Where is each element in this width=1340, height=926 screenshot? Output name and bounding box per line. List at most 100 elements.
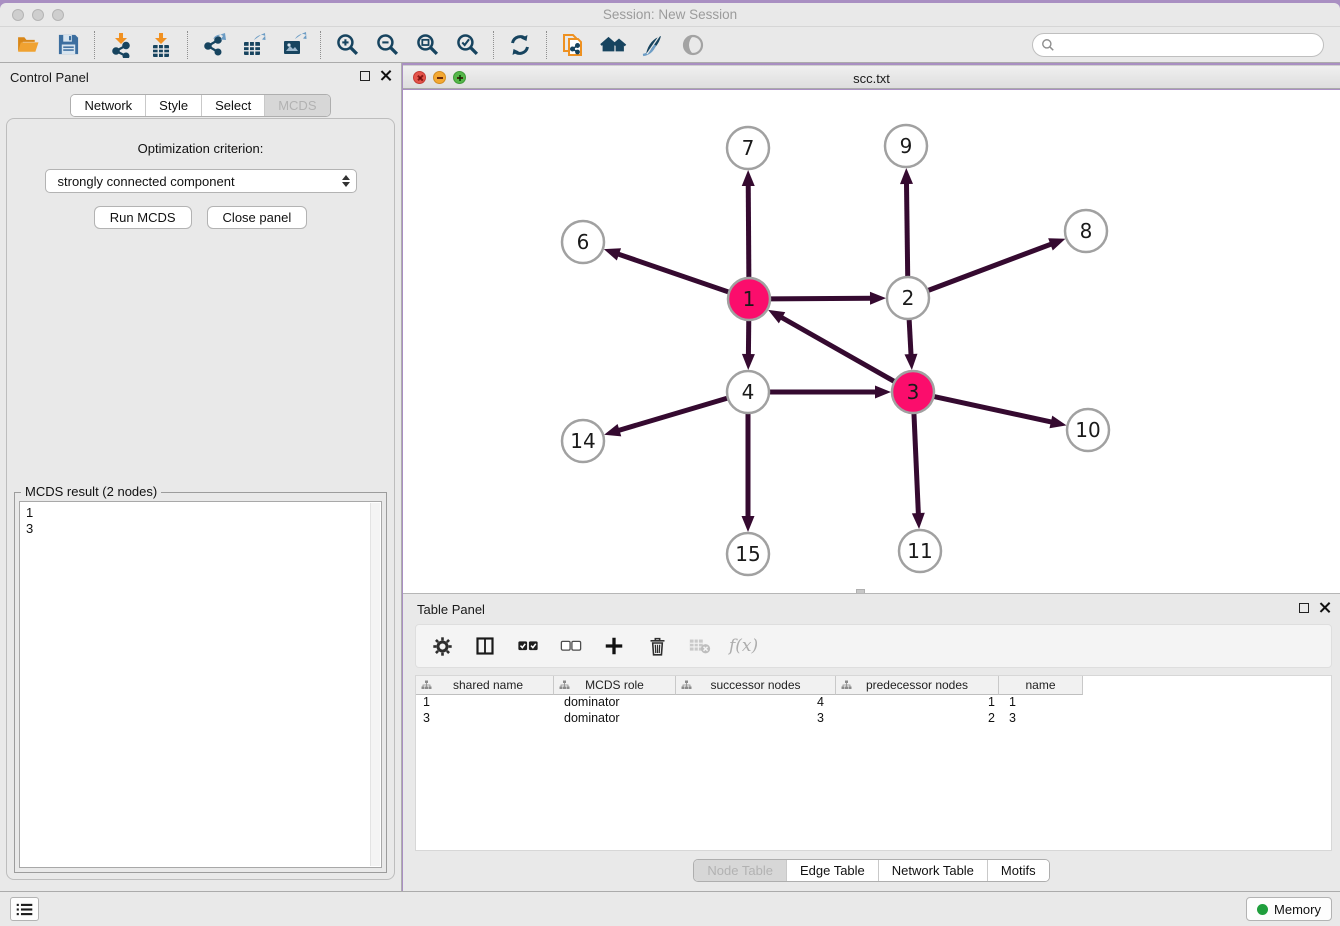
save-session-button[interactable] xyxy=(52,30,84,60)
column-header-name[interactable]: name xyxy=(999,676,1083,695)
delete-column-button[interactable] xyxy=(643,632,671,660)
tab-style[interactable]: Style xyxy=(146,95,202,116)
graph-edge-2-8[interactable] xyxy=(928,244,1053,291)
zoom-in-button[interactable] xyxy=(331,30,363,60)
search-input[interactable] xyxy=(1060,38,1315,52)
export-image-icon xyxy=(281,32,307,58)
cell-shared-name[interactable]: 3 xyxy=(416,711,554,727)
gear-icon xyxy=(432,636,453,657)
graph-edge-1-6[interactable] xyxy=(617,254,729,292)
graph-edge-3-1[interactable] xyxy=(780,317,894,382)
table-row[interactable]: 3 dominator 3 2 3 xyxy=(416,711,1331,727)
column-header-predecessor-nodes[interactable]: predecessor nodes xyxy=(836,676,999,695)
tab-network[interactable]: Network xyxy=(71,95,146,116)
toolbar-separator xyxy=(546,31,547,59)
tab-node-table[interactable]: Node Table xyxy=(694,860,787,881)
graph-edge-4-14[interactable] xyxy=(618,398,728,431)
export-network-icon xyxy=(201,32,227,58)
graph-node-label-4: 4 xyxy=(742,380,755,404)
graph-edge-arrow-1-7 xyxy=(742,170,755,186)
table-panel: Table Panel xyxy=(403,593,1340,891)
memory-button[interactable]: Memory xyxy=(1246,897,1332,921)
eye-icon xyxy=(680,32,706,58)
cell-successor-nodes[interactable]: 4 xyxy=(676,695,836,711)
trash-icon xyxy=(647,636,668,657)
open-session-button[interactable] xyxy=(12,30,44,60)
import-table-button[interactable] xyxy=(145,30,177,60)
float-table-panel-icon[interactable] xyxy=(1299,603,1309,613)
close-table-panel-icon[interactable] xyxy=(1319,602,1330,613)
select-all-rows-button[interactable] xyxy=(514,632,542,660)
graph-edge-arrow-4-15 xyxy=(742,516,755,532)
export-image-button[interactable] xyxy=(278,30,310,60)
graph-edge-arrow-2-9 xyxy=(900,168,913,184)
graph-node-label-3: 3 xyxy=(907,380,920,404)
criterion-select[interactable]: strongly connected component xyxy=(45,169,357,193)
home-networks-button[interactable] xyxy=(597,30,629,60)
add-column-button[interactable] xyxy=(600,632,628,660)
hierarchy-icon xyxy=(559,680,570,691)
export-network-button[interactable] xyxy=(198,30,230,60)
apply-layout-button[interactable] xyxy=(504,30,536,60)
checked-boxes-icon xyxy=(517,635,539,657)
graph-node-label-9: 9 xyxy=(900,134,913,158)
column-label: MCDS role xyxy=(585,678,644,692)
tab-motifs[interactable]: Motifs xyxy=(988,860,1049,881)
zoom-fit-button[interactable] xyxy=(411,30,443,60)
cell-predecessor-nodes[interactable]: 2 xyxy=(836,711,999,727)
show-panels-button[interactable] xyxy=(10,897,39,921)
tab-edge-table[interactable]: Edge Table xyxy=(787,860,879,881)
network-canvas[interactable]: 7968124314101511 xyxy=(403,90,1340,593)
cell-name[interactable]: 3 xyxy=(999,711,1083,727)
cell-name[interactable]: 1 xyxy=(999,695,1083,711)
graph-edge-2-9[interactable] xyxy=(906,182,907,277)
table-header-row: shared name MCDS role xyxy=(416,676,1331,695)
search-field[interactable] xyxy=(1032,33,1324,57)
cell-mcds-role[interactable]: dominator xyxy=(554,695,676,711)
graph-edge-arrow-1-4 xyxy=(742,354,755,370)
graph-edge-arrow-1-6 xyxy=(604,248,621,260)
duplicate-network-button[interactable] xyxy=(557,30,589,60)
mcds-result-textarea[interactable]: 1 3 xyxy=(19,501,382,868)
table-settings-button[interactable] xyxy=(428,632,456,660)
graph-edge-3-10[interactable] xyxy=(934,396,1053,422)
plus-icon xyxy=(603,635,625,657)
graph-node-label-10: 10 xyxy=(1075,418,1100,442)
run-mcds-button[interactable]: Run MCDS xyxy=(94,206,192,229)
column-header-shared-name[interactable]: shared name xyxy=(416,676,554,695)
cell-successor-nodes[interactable]: 3 xyxy=(676,711,836,727)
function-builder-button[interactable]: f(x) xyxy=(729,636,758,656)
graphics-details-button[interactable] xyxy=(677,30,709,60)
tab-mcds[interactable]: MCDS xyxy=(265,95,329,116)
close-panel-icon[interactable] xyxy=(380,70,391,81)
table-row[interactable]: 1 dominator 4 1 1 xyxy=(416,695,1331,711)
style-brush-button[interactable] xyxy=(637,30,669,60)
import-network-button[interactable] xyxy=(105,30,137,60)
delete-table-button[interactable] xyxy=(686,632,714,660)
graph-edge-arrow-3-10 xyxy=(1049,416,1066,429)
tab-network-table[interactable]: Network Table xyxy=(879,860,988,881)
export-table-button[interactable] xyxy=(238,30,270,60)
zoom-selected-icon xyxy=(455,32,480,57)
cell-mcds-role[interactable]: dominator xyxy=(554,711,676,727)
column-header-successor-nodes[interactable]: successor nodes xyxy=(676,676,836,695)
memory-status-icon xyxy=(1257,904,1268,915)
deselect-all-rows-button[interactable] xyxy=(557,632,585,660)
toggle-column-view-button[interactable] xyxy=(471,632,499,660)
close-panel-button[interactable]: Close panel xyxy=(207,206,308,229)
result-scrollbar[interactable] xyxy=(370,503,380,866)
cell-predecessor-nodes[interactable]: 1 xyxy=(836,695,999,711)
graph-edge-1-7[interactable] xyxy=(748,184,749,278)
tab-select[interactable]: Select xyxy=(202,95,265,116)
zoom-out-button[interactable] xyxy=(371,30,403,60)
cell-shared-name[interactable]: 1 xyxy=(416,695,554,711)
graph-edge-3-11[interactable] xyxy=(914,413,918,515)
column-header-mcds-role[interactable]: MCDS role xyxy=(554,676,676,695)
main-toolbar xyxy=(0,27,1340,63)
graph-edge-1-2[interactable] xyxy=(770,298,872,299)
graph-edge-2-3[interactable] xyxy=(909,319,911,356)
zoom-selected-button[interactable] xyxy=(451,30,483,60)
float-panel-icon[interactable] xyxy=(360,71,370,81)
mcds-result-group: MCDS result (2 nodes) 1 3 xyxy=(14,492,387,873)
node-table: shared name MCDS role xyxy=(415,675,1332,851)
